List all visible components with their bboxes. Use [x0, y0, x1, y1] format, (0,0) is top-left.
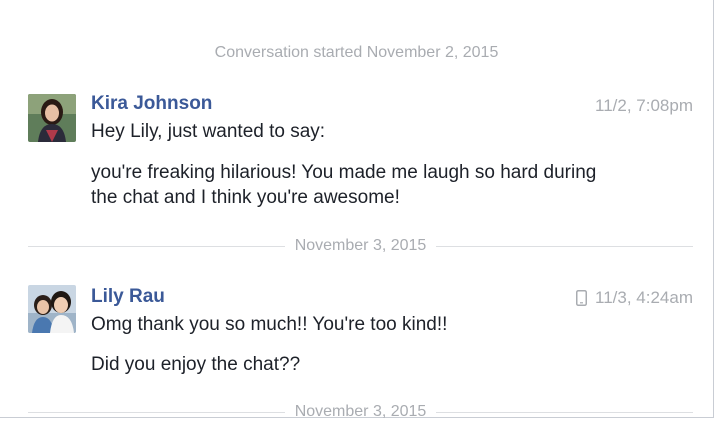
- divider-rule: [436, 411, 694, 413]
- conversation-panel: Conversation started November 2, 2015 Ki…: [0, 0, 714, 420]
- message-timestamp: 11/2, 7:08pm: [595, 96, 693, 115]
- message-text: the chat and I think you're awesome!: [91, 187, 400, 208]
- message-timestamp-row: 11/3, 4:24am: [576, 288, 693, 308]
- message-text: Omg thank you so much!! You're too kind!…: [91, 314, 448, 335]
- message-text: Hey Lily, just wanted to say:: [91, 121, 326, 142]
- message-timestamp: 11/3, 4:24am: [595, 288, 693, 307]
- message-text: you're freaking hilarious! You made me l…: [91, 162, 597, 183]
- date-divider-label: November 3, 2015: [294, 403, 427, 420]
- message-sender-name[interactable]: Lily Rau: [91, 286, 165, 308]
- message-text: Did you enjoy the chat??: [91, 354, 301, 375]
- avatar-kira-johnson[interactable]: [28, 94, 76, 142]
- avatar-lily-rau[interactable]: [28, 285, 76, 333]
- divider-rule: [28, 411, 285, 413]
- date-divider: November 3, 2015: [28, 402, 694, 422]
- date-divider-label: November 3, 2015: [294, 237, 427, 254]
- message-sender-name[interactable]: Kira Johnson: [91, 93, 212, 115]
- mobile-phone-icon: [576, 290, 588, 306]
- conversation-started-label: Conversation started November 2, 2015: [214, 44, 499, 61]
- date-divider: November 3, 2015: [28, 236, 694, 256]
- divider-rule: [436, 245, 694, 247]
- divider-rule: [28, 245, 285, 247]
